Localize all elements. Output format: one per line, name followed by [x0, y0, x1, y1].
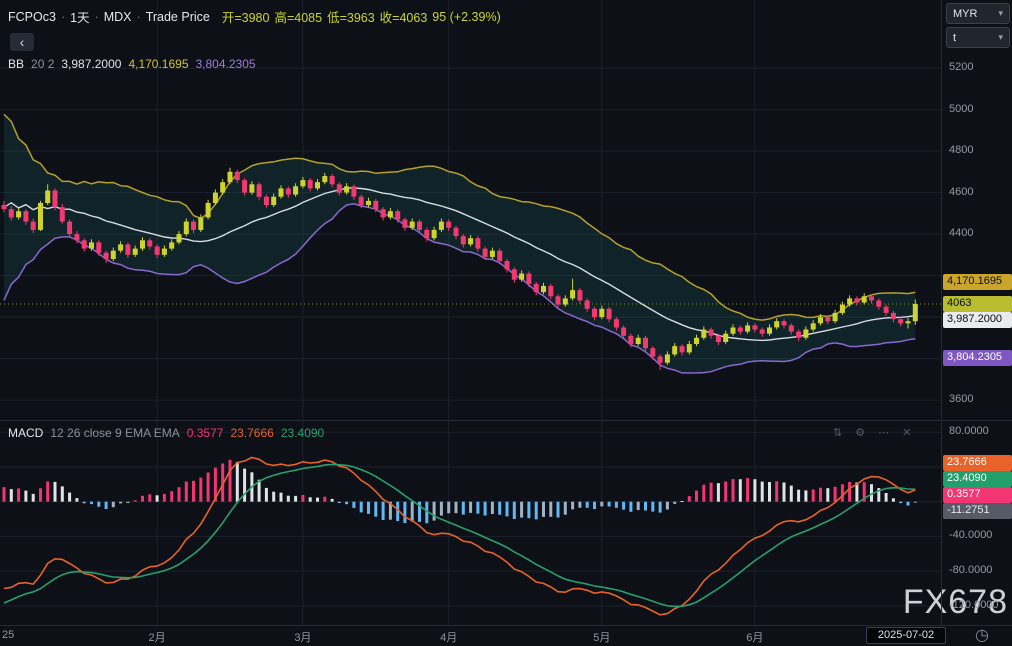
separator-dot: · [137, 10, 141, 24]
change-value: 95 (+2.39%) [432, 10, 500, 24]
price-tick: 5200 [949, 61, 973, 73]
indicator-toolbar: ⇅ ⚙ ⋯ ✕ [833, 426, 911, 439]
more-icon[interactable]: ⋯ [878, 426, 889, 439]
close-value: 收=4063 [380, 7, 428, 26]
time-tick: 6月 [746, 629, 763, 645]
clock-icon[interactable]: ◷ [972, 626, 992, 646]
unit-value: t [953, 32, 956, 44]
extra-value-label: -11.2751 [943, 503, 1012, 519]
macd-line-value: 23.7666 [230, 426, 273, 440]
reorder-icon[interactable]: ⇅ [833, 426, 842, 439]
price-tick: 4400 [949, 227, 973, 239]
time-tick: 5月 [593, 629, 610, 645]
macd-signal-line [4, 464, 915, 606]
currency-value: MYR [953, 8, 977, 20]
exchange-label: MDX [104, 10, 132, 24]
bb-indicator-header[interactable]: BB 20 2 3,987.2000 4,170.1695 3,804.2305 [8, 57, 256, 71]
time-tick: 3月 [294, 629, 311, 645]
open-value: 开=3980 [222, 7, 270, 26]
macd-hist-value: 0.3577 [187, 426, 224, 440]
macd-value-label: 23.7666 [943, 455, 1012, 471]
bb-lower-value: 3,804.2305 [196, 57, 256, 71]
price-tick: 5000 [949, 103, 973, 115]
interval-label[interactable]: 1天 [70, 7, 89, 26]
macd-pane[interactable] [0, 420, 941, 625]
low-value: 低=3963 [327, 7, 375, 26]
trading-chart-app: FCPOc3 · 1天 · MDX · Trade Price 开=3980 高… [0, 0, 1012, 646]
time-tick: 4月 [440, 629, 457, 645]
time-axis-scale[interactable]: 2025-07-02 ◷ 25 2月 3月 4月 5月 6月 [0, 625, 1012, 646]
bb-basis-price-label: 3,987.2000 [943, 312, 1012, 328]
macd-tick: -120.0000 [949, 599, 999, 611]
macd-histogram [3, 460, 917, 523]
bb-upper-price-label: 4,170.1695 [943, 274, 1012, 290]
bb-name: BB [8, 57, 24, 71]
settings-icon[interactable]: ⚙ [855, 426, 865, 439]
price-axis-scale[interactable]: MYR ▾ t ▾ 5200 5000 4800 4600 4400 3600 4,170.… [941, 0, 1012, 625]
macd-signal-value: 23.4090 [281, 426, 324, 440]
signal-value-label: 23.4090 [943, 471, 1012, 487]
chevron-down-icon: ▾ [998, 32, 1003, 43]
macd-tick: -40.0000 [949, 529, 992, 541]
symbol-header: FCPOc3 · 1天 · MDX · Trade Price 开=3980 高… [8, 7, 501, 26]
symbol-name[interactable]: FCPOc3 [8, 10, 56, 24]
bb-upper-value: 4,170.1695 [128, 57, 188, 71]
last-price-label: 4063 [943, 296, 1012, 312]
price-tick: 4800 [949, 144, 973, 156]
macd-indicator-header[interactable]: MACD 12 26 close 9 EMA EMA 0.3577 23.766… [8, 426, 324, 440]
date-label: 2025-07-02 [866, 627, 946, 644]
back-button[interactable]: ‹ [10, 33, 34, 51]
close-icon[interactable]: ✕ [902, 426, 911, 439]
price-tick: 3600 [949, 393, 973, 405]
hist-value-label: 0.3577 [943, 487, 1012, 503]
separator-dot: · [61, 10, 65, 24]
back-arrow-icon: ‹ [20, 34, 25, 50]
bb-basis-value: 3,987.2000 [61, 57, 121, 71]
pane-separator[interactable] [0, 420, 1012, 421]
macd-tick: -80.0000 [949, 564, 992, 576]
currency-dropdown[interactable]: MYR ▾ [946, 3, 1010, 24]
time-tick: 25 [2, 629, 14, 641]
price-tick: 4600 [949, 186, 973, 198]
series-type-label: Trade Price [146, 10, 210, 24]
macd-grid [0, 420, 941, 625]
unit-dropdown[interactable]: t ▾ [946, 27, 1010, 48]
bb-params: 20 2 [31, 57, 54, 71]
macd-name: MACD [8, 426, 43, 440]
macd-tick: 80.0000 [949, 425, 989, 437]
bb-lower-price-label: 3,804.2305 [943, 350, 1012, 366]
high-value: 高=4085 [274, 7, 322, 26]
separator-dot: · [95, 10, 99, 24]
time-tick: 2月 [149, 629, 166, 645]
macd-params: 12 26 close 9 EMA EMA [50, 426, 179, 440]
chevron-down-icon: ▾ [998, 8, 1003, 19]
